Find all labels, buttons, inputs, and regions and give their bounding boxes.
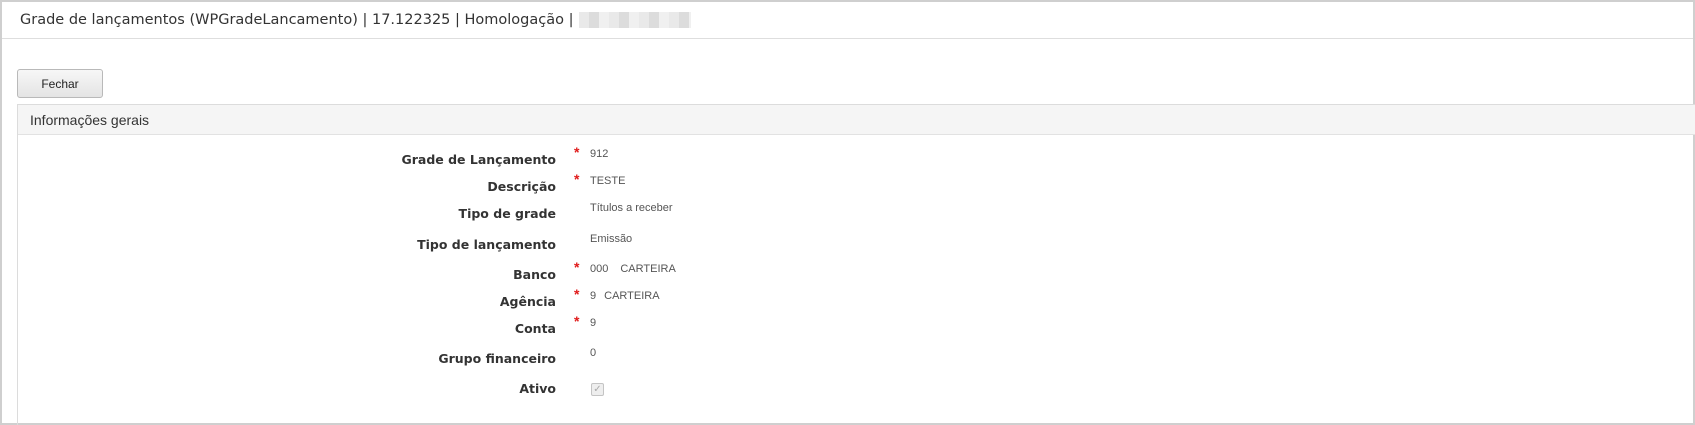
banco-code: 000 (590, 263, 609, 275)
ativo-label: Ativo (519, 381, 556, 396)
tipo-lancamento-value: Emissão (590, 233, 633, 245)
field-row-banco: Banco * 000 CARTEIRA (18, 259, 1695, 283)
field-row-descricao: Descrição * TESTE (18, 171, 1695, 195)
required-marker: * (574, 259, 580, 275)
required-marker: * (574, 144, 580, 160)
required-marker: * (574, 313, 580, 329)
ativo-checkbox[interactable]: ✓ (591, 383, 604, 396)
field-row-tipo-grade: Tipo de grade Títulos a receber (18, 202, 1695, 222)
section-header: Informações gerais (18, 105, 1695, 135)
app-window: Grade de lançamentos (WPGradeLancamento)… (0, 0, 1695, 425)
grade-label: Grade de Lançamento (401, 152, 556, 167)
grade-value: 912 (590, 148, 609, 160)
grupo-financeiro-label: Grupo financeiro (438, 351, 556, 366)
grupo-financeiro-value: 0 (590, 347, 597, 359)
field-row-conta: Conta * 9 (18, 313, 1695, 337)
tipo-grade-value: Títulos a receber (590, 202, 673, 214)
redacted-user-info (579, 12, 692, 28)
required-marker: * (574, 171, 580, 187)
required-marker: * (574, 286, 580, 302)
general-info-panel: Informações gerais Grade de Lançamento *… (17, 104, 1695, 425)
banco-label: Banco (513, 267, 556, 282)
tipo-grade-label: Tipo de grade (458, 206, 556, 221)
field-row-grupo-financeiro: Grupo financeiro 0 (18, 347, 1695, 367)
agencia-code: 9 (590, 290, 597, 302)
page-title: Grade de lançamentos (WPGradeLancamento)… (20, 12, 574, 28)
tipo-lancamento-label: Tipo de lançamento (417, 237, 556, 252)
conta-label: Conta (514, 321, 556, 336)
descricao-label: Descrição (487, 179, 556, 194)
field-row-ativo: Ativo ✓ (18, 379, 1695, 399)
conta-value: 9 (590, 317, 597, 329)
close-button[interactable]: Fechar (17, 69, 103, 98)
agencia-label: Agência (499, 294, 556, 309)
field-row-agencia: Agência * 9 CARTEIRA (18, 286, 1695, 310)
banco-name: CARTEIRA (620, 263, 676, 275)
agencia-name: CARTEIRA (604, 290, 660, 302)
descricao-value: TESTE (590, 175, 626, 187)
agencia-value: 9 CARTEIRA (590, 290, 660, 302)
banco-value: 000 CARTEIRA (590, 263, 676, 275)
field-row-tipo-lancamento: Tipo de lançamento Emissão (18, 233, 1695, 253)
window-title-bar: Grade de lançamentos (WPGradeLancamento)… (2, 2, 1693, 39)
check-icon: ✓ (593, 383, 602, 395)
field-row-grade: Grade de Lançamento * 912 (18, 144, 1695, 168)
